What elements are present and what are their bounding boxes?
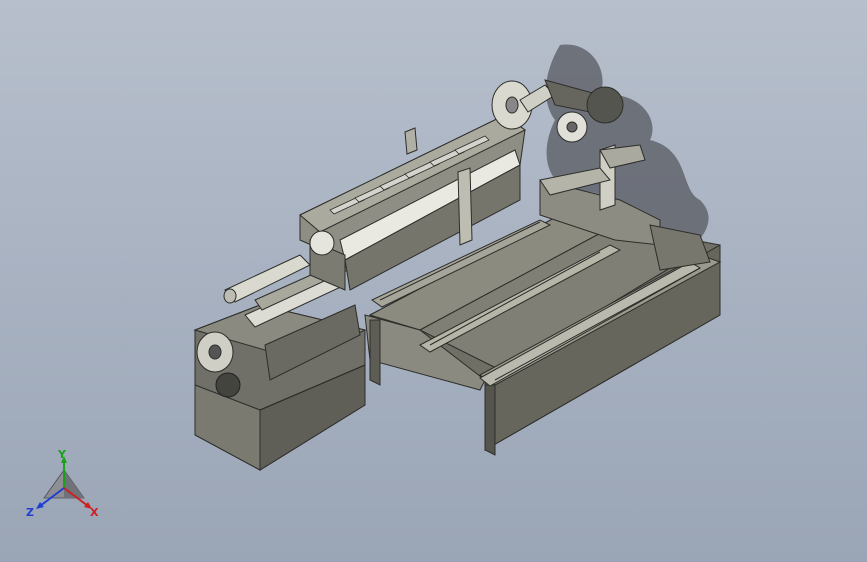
y-axis-label: Y — [57, 448, 67, 461]
cad-viewport[interactable]: Y X Z — [0, 0, 867, 562]
machine-assembly-model[interactable] — [0, 0, 867, 562]
z-axis-label: Z — [26, 506, 34, 519]
x-axis-label: X — [90, 506, 99, 519]
orientation-triad[interactable]: Y X Z — [22, 448, 106, 522]
frame-ball — [309, 230, 335, 256]
